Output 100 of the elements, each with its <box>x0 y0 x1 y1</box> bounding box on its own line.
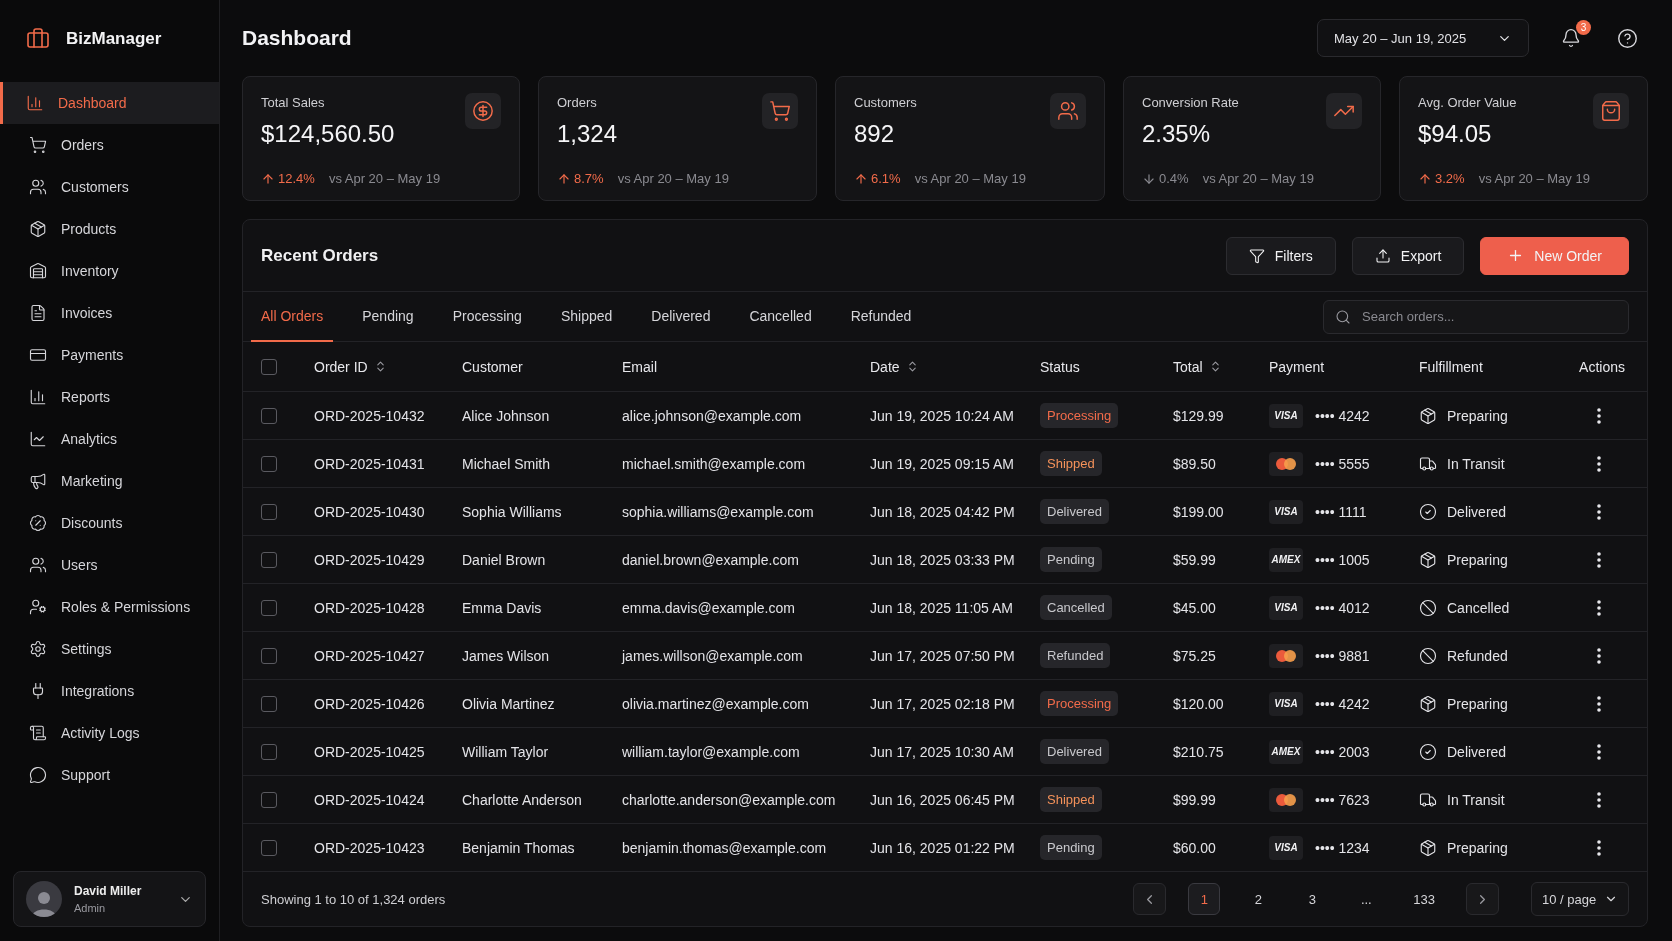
sidebar-item[interactable]: Customers <box>0 166 219 208</box>
notification-badge: 3 <box>1576 20 1591 35</box>
previous-page-button[interactable] <box>1133 883 1167 915</box>
filters-button[interactable]: Filters <box>1225 236 1336 275</box>
arrow-up-icon <box>261 171 275 186</box>
more-actions-button[interactable] <box>1595 741 1603 762</box>
order-total: $199.00 <box>1173 503 1225 520</box>
order-tab[interactable]: Shipped <box>550 291 623 342</box>
more-vertical-icon <box>1597 839 1601 856</box>
order-tab[interactable]: All Orders <box>251 291 334 342</box>
row-checkbox[interactable] <box>261 839 277 856</box>
more-vertical-icon <box>1597 695 1601 712</box>
order-tab[interactable]: Pending <box>352 291 424 342</box>
box-icon <box>1419 838 1437 857</box>
sidebar-item[interactable]: Settings <box>0 628 219 670</box>
page-button[interactable]: 3 <box>1296 883 1329 915</box>
more-actions-button[interactable] <box>1595 645 1603 666</box>
sidebar-item[interactable]: Inventory <box>0 250 219 292</box>
help-icon <box>1617 27 1638 49</box>
page-button[interactable]: 133 <box>1404 883 1444 915</box>
sidebar-item[interactable]: Dashboard <box>0 82 219 124</box>
sidebar-item[interactable]: Users <box>0 544 219 586</box>
status-badge: Shipped <box>1040 787 1102 812</box>
more-actions-button[interactable] <box>1595 501 1603 522</box>
page-button[interactable]: 1 <box>1188 883 1221 915</box>
row-checkbox[interactable] <box>261 647 277 664</box>
row-checkbox[interactable] <box>261 743 277 760</box>
sidebar-item[interactable]: Invoices <box>0 292 219 334</box>
column-header[interactable]: Order ID <box>314 358 462 375</box>
status-badge: Shipped <box>1040 451 1102 476</box>
row-checkbox[interactable] <box>261 407 277 424</box>
sidebar-item[interactable]: Reports <box>0 376 219 418</box>
row-checkbox[interactable] <box>261 503 277 520</box>
sidebar-item[interactable]: Support <box>0 754 219 796</box>
order-tab[interactable]: Cancelled <box>739 291 822 342</box>
page-button[interactable]: ... <box>1350 883 1383 915</box>
row-checkbox[interactable] <box>261 695 277 712</box>
customer-name: Emma Davis <box>462 599 543 616</box>
user-gear-icon <box>29 598 47 616</box>
more-vertical-icon <box>1597 599 1601 616</box>
more-actions-button[interactable] <box>1595 789 1603 810</box>
fulfillment-status: In Transit <box>1447 791 1505 808</box>
bar-chart-icon <box>29 388 47 406</box>
more-actions-button[interactable] <box>1595 549 1603 570</box>
export-button[interactable]: Export <box>1351 236 1465 275</box>
order-id: ORD-2025-10426 <box>314 695 426 712</box>
more-actions-button[interactable] <box>1595 693 1603 714</box>
order-id: ORD-2025-10425 <box>314 743 426 760</box>
user-card[interactable]: David Miller Admin <box>13 871 206 927</box>
select-all-checkbox[interactable] <box>261 358 277 375</box>
row-checkbox[interactable] <box>261 551 277 568</box>
sidebar-item[interactable]: Activity Logs <box>0 712 219 754</box>
sidebar-item[interactable]: Analytics <box>0 418 219 460</box>
more-actions-button[interactable] <box>1595 597 1603 618</box>
sidebar-item[interactable]: Roles & Permissions <box>0 586 219 628</box>
fulfillment-status: Cancelled <box>1447 599 1510 616</box>
order-total: $210.75 <box>1173 743 1225 760</box>
sidebar-item[interactable]: Orders <box>0 124 219 166</box>
search-field[interactable]: Search orders... <box>1323 299 1629 334</box>
more-vertical-icon <box>1597 503 1601 520</box>
order-tab[interactable]: Processing <box>442 291 532 342</box>
column-header[interactable]: Total <box>1173 358 1269 375</box>
sidebar-item[interactable]: Products <box>0 208 219 250</box>
more-actions-button[interactable] <box>1595 453 1603 474</box>
order-tab[interactable]: Delivered <box>641 291 721 342</box>
customer-name: Olivia Martinez <box>462 695 556 712</box>
card-number: •••• 2003 <box>1315 743 1370 760</box>
bar-chart-icon <box>26 94 44 112</box>
megaphone-icon <box>29 472 47 490</box>
order-date: Jun 16, 2025 06:45 PM <box>870 791 1016 808</box>
fulfillment-status: Delivered <box>1447 743 1507 760</box>
card-brand-logo: VISA <box>1269 835 1303 860</box>
order-tab[interactable]: Refunded <box>840 291 922 342</box>
customer-email: william.taylor@example.com <box>622 743 801 760</box>
row-checkbox[interactable] <box>261 455 277 472</box>
page-size-select[interactable]: 10 / page <box>1531 882 1629 916</box>
page-button[interactable]: 2 <box>1242 883 1275 915</box>
column-header[interactable]: Date <box>870 358 1040 375</box>
search-icon <box>1335 308 1351 325</box>
users-icon <box>29 556 47 574</box>
date-range-picker[interactable]: May 20 – Jun 19, 2025 <box>1317 19 1529 57</box>
sidebar-item[interactable]: Marketing <box>0 460 219 502</box>
customer-email: charlotte.anderson@example.com <box>622 791 837 808</box>
user-name: David Miller <box>74 884 143 898</box>
fulfillment-status: Delivered <box>1447 503 1507 520</box>
stat-value: $124,560.50 <box>261 120 396 148</box>
more-actions-button[interactable] <box>1595 405 1603 426</box>
card-number: •••• 9881 <box>1315 647 1370 664</box>
sidebar-item[interactable]: Discounts <box>0 502 219 544</box>
row-checkbox[interactable] <box>261 791 277 808</box>
more-actions-button[interactable] <box>1595 837 1603 858</box>
list-icon <box>29 724 47 742</box>
sidebar-item[interactable]: Payments <box>0 334 219 376</box>
row-checkbox[interactable] <box>261 599 277 616</box>
column-header: Status <box>1040 358 1081 375</box>
stat-label: Conversion Rate <box>1142 95 1240 110</box>
sidebar-item[interactable]: Integrations <box>0 670 219 712</box>
stat-change: 0.4% <box>1142 171 1189 186</box>
next-page-button[interactable] <box>1466 883 1499 915</box>
card-number: •••• 4242 <box>1315 695 1370 712</box>
